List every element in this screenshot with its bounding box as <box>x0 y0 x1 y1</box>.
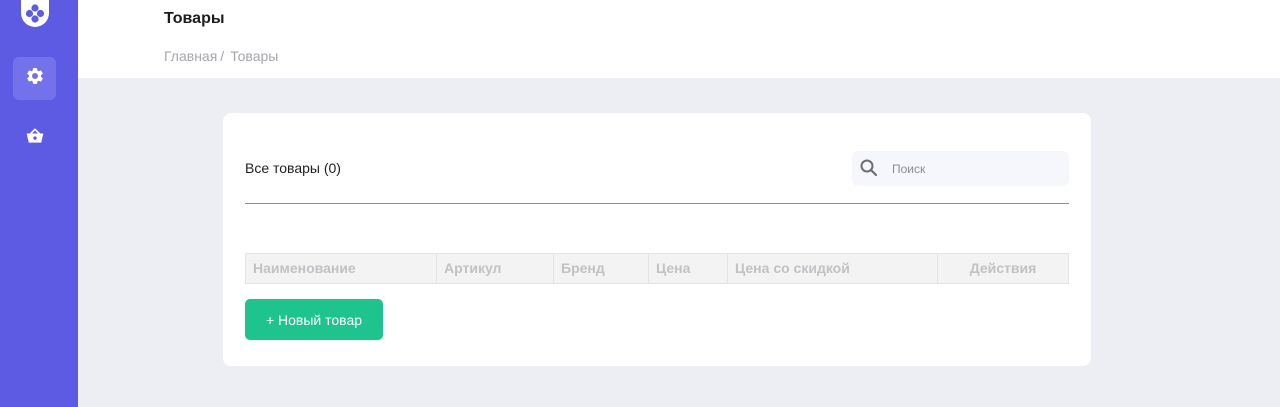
sidebar-item-products[interactable] <box>13 117 56 160</box>
basket-icon <box>25 126 45 151</box>
products-card: Все товары (0) Наименование Артикул Брен… <box>223 113 1091 366</box>
sidebar-item-settings[interactable] <box>13 57 56 100</box>
column-header-price[interactable]: Цена <box>649 254 728 283</box>
column-header-brand[interactable]: Бренд <box>554 254 649 283</box>
page-header: Товары Главная / Товары <box>78 0 1280 78</box>
page-title: Товары <box>164 10 225 27</box>
breadcrumb-current: Товары <box>230 48 279 64</box>
divider <box>245 203 1069 204</box>
column-header-discount-price[interactable]: Цена со скидкой <box>728 254 938 283</box>
breadcrumb: Главная / Товары <box>164 48 278 64</box>
column-header-sku[interactable]: Артикул <box>437 254 554 283</box>
logo-icon[interactable] <box>21 0 49 27</box>
breadcrumb-separator: / <box>220 48 225 64</box>
products-count-title: Все товары (0) <box>245 160 341 176</box>
sidebar <box>0 0 78 407</box>
search-box[interactable] <box>852 151 1069 186</box>
search-icon[interactable] <box>859 158 879 183</box>
column-header-actions: Действия <box>969 260 1037 276</box>
search-input[interactable] <box>892 151 1062 186</box>
gear-icon <box>25 66 45 91</box>
breadcrumb-home[interactable]: Главная <box>164 48 217 64</box>
column-header-name[interactable]: Наименование <box>246 254 437 283</box>
new-product-button[interactable]: + Новый товар <box>245 299 383 340</box>
products-table-header: Наименование Артикул Бренд Цена Цена со … <box>245 253 1069 284</box>
